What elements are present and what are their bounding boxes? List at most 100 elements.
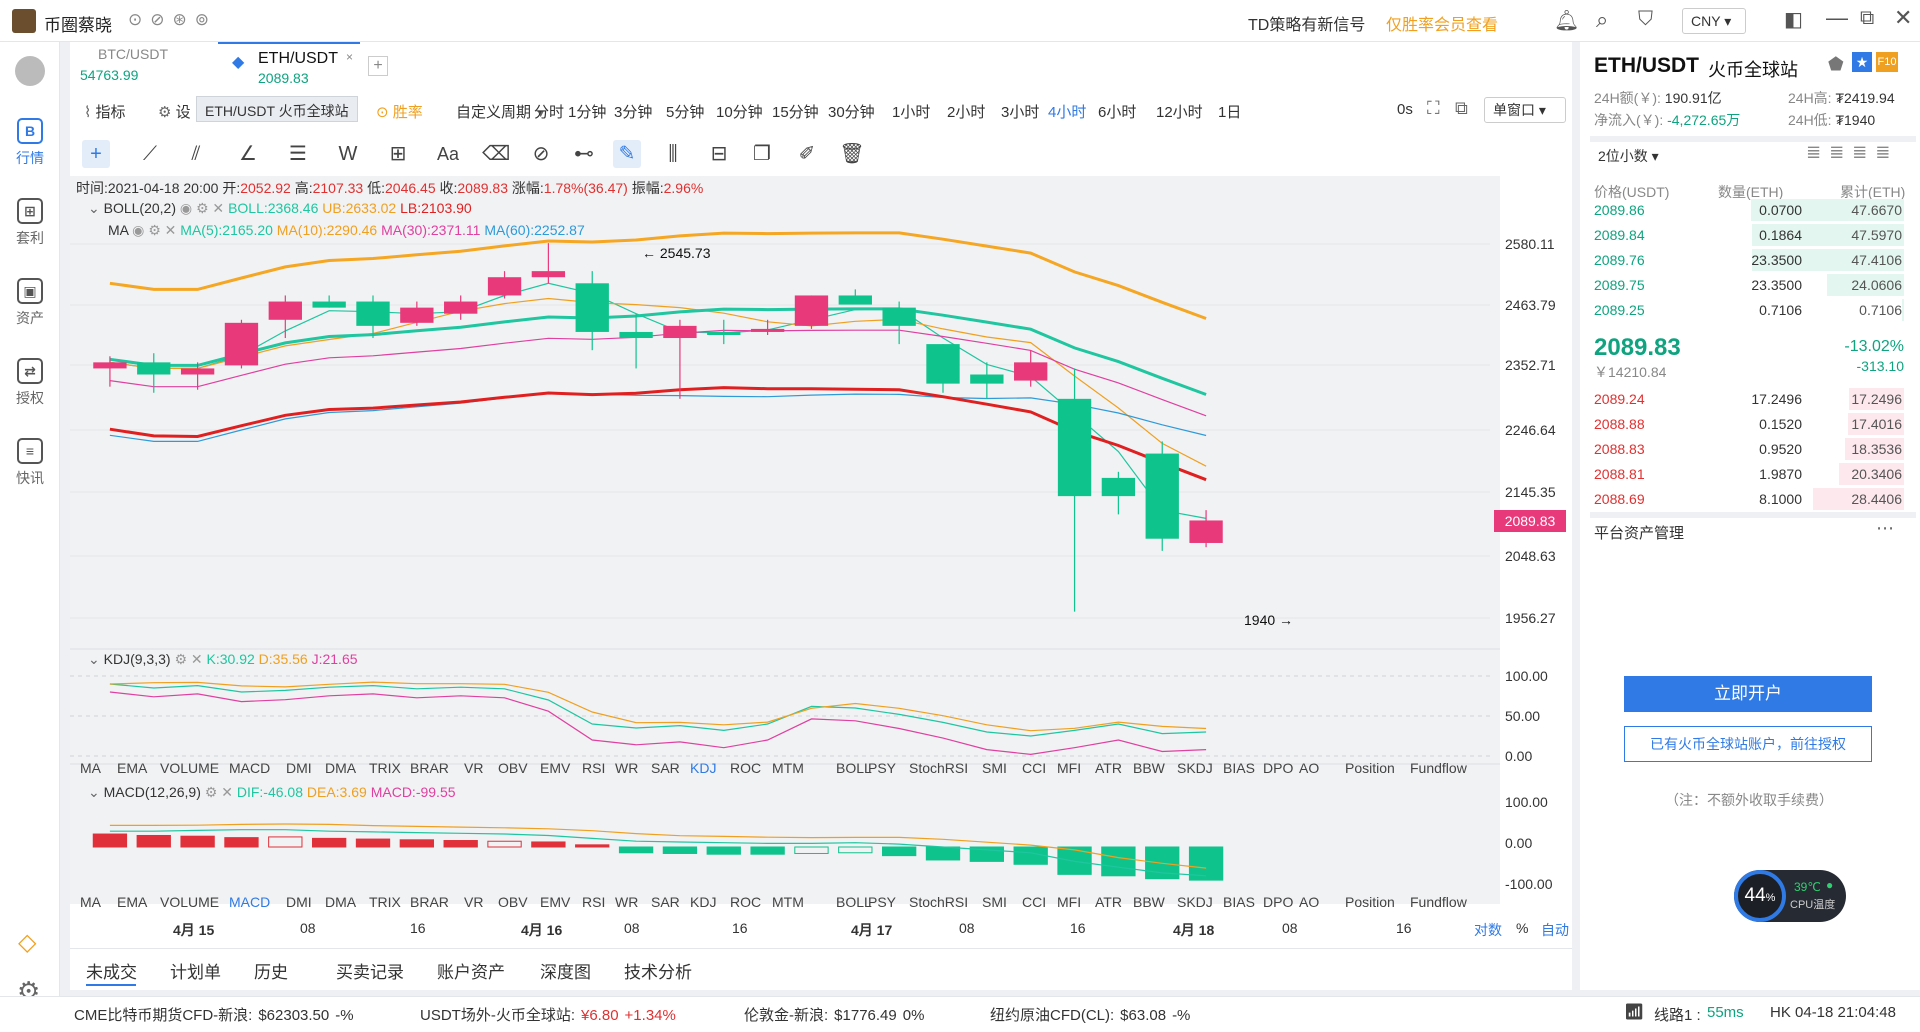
ruler-tool-icon[interactable]: ⊷ bbox=[570, 140, 598, 168]
indicator-tab-cci[interactable]: CCI bbox=[1022, 894, 1046, 910]
parallel-tool-icon[interactable]: ⫽ bbox=[182, 140, 210, 168]
period-13[interactable]: 1日 bbox=[1218, 101, 1241, 122]
indicator-tab-roc[interactable]: ROC bbox=[730, 894, 761, 910]
sidebar-item-authorize[interactable]: ⇄ 授权 bbox=[0, 358, 60, 408]
indicator-tab-sar[interactable]: SAR bbox=[651, 894, 680, 910]
period-8[interactable]: 2小时 bbox=[947, 101, 985, 122]
favorite-star-icon[interactable]: ★ bbox=[1852, 52, 1872, 72]
indicator-tab-emv[interactable]: EMV bbox=[540, 894, 570, 910]
angle-tool-icon[interactable]: ∠ bbox=[234, 140, 262, 168]
trash-tool-icon[interactable]: 🗑︎ bbox=[838, 140, 866, 168]
tab-close-icon[interactable]: × bbox=[346, 50, 353, 64]
orderbook-row[interactable]: 2089.24 17.2496 17.2496 bbox=[1594, 388, 1904, 412]
sidebar-item-market[interactable]: B 行情 bbox=[0, 118, 60, 168]
indicator-tab-ao[interactable]: AO bbox=[1299, 760, 1319, 776]
indicator-tab-bias[interactable]: BIAS bbox=[1223, 894, 1255, 910]
collapse-icon[interactable]: ⌄ bbox=[88, 784, 104, 800]
minimize-icon[interactable]: — bbox=[1826, 5, 1848, 31]
open-account-button[interactable]: 立即开户 bbox=[1624, 676, 1872, 712]
orderbook-row[interactable]: 2088.81 1.9870 20.3406 bbox=[1594, 463, 1904, 487]
eye-icon[interactable]: ◉ ⚙ ✕ bbox=[180, 200, 228, 216]
layers-tool-icon[interactable]: ❐ bbox=[748, 140, 776, 168]
indicator-tab-volume[interactable]: VOLUME bbox=[160, 894, 219, 910]
edit-tool-icon[interactable]: ✐ bbox=[793, 140, 821, 168]
window-mode-select[interactable]: 单窗口 ▾ bbox=[1484, 97, 1566, 123]
f10-icon[interactable]: F10 bbox=[1876, 52, 1898, 72]
period-7[interactable]: 1小时 bbox=[892, 101, 930, 122]
indicator-tab-fundflow[interactable]: Fundflow bbox=[1410, 760, 1467, 776]
tab-btc[interactable]: BTC/USDT 54763.99 bbox=[80, 46, 210, 94]
period-11[interactable]: 6小时 bbox=[1098, 101, 1136, 122]
indicator-tab-dmi[interactable]: DMI bbox=[286, 760, 312, 776]
line-tool-icon[interactable]: ⟋ bbox=[136, 140, 164, 168]
indicator-tab-kdj[interactable]: KDJ bbox=[690, 760, 716, 776]
indicator-tab-emv[interactable]: EMV bbox=[540, 760, 570, 776]
indicator-tab-trix[interactable]: TRIX bbox=[369, 894, 401, 910]
custom-period-select[interactable]: 自定义周期 ▼ bbox=[456, 101, 546, 122]
indicator-tab-ema[interactable]: EMA bbox=[117, 760, 147, 776]
indicator-tab-atr[interactable]: ATR bbox=[1095, 760, 1122, 776]
indicator-tab-volume[interactable]: VOLUME bbox=[160, 760, 219, 776]
indicator-tab-smi[interactable]: SMI bbox=[982, 894, 1007, 910]
authorize-button[interactable]: 已有火币全球站账户，前往授权 bbox=[1624, 726, 1872, 762]
orderbook-row[interactable]: 2089.25 0.7106 0.7106 bbox=[1594, 299, 1904, 323]
indicator-tab-bbw[interactable]: BBW bbox=[1133, 894, 1165, 910]
collapse-icon[interactable]: ⌄ bbox=[88, 651, 104, 667]
indicator-tab-ema[interactable]: EMA bbox=[117, 894, 147, 910]
indicator-tab-psy[interactable]: PSY bbox=[868, 760, 896, 776]
period-2[interactable]: 3分钟 bbox=[614, 101, 652, 122]
bottom-tab-3[interactable]: 买卖记录 bbox=[336, 958, 404, 983]
indicator-tab-position[interactable]: Position bbox=[1345, 894, 1395, 910]
period-1[interactable]: 1分钟 bbox=[568, 101, 606, 122]
close-icon[interactable]: ✕ bbox=[1894, 5, 1912, 31]
period-6[interactable]: 30分钟 bbox=[828, 101, 875, 122]
indicator-tab-mfi[interactable]: MFI bbox=[1057, 894, 1081, 910]
orderbook-row[interactable]: 2089.76 23.3500 47.4106 bbox=[1594, 249, 1904, 273]
indicator-tab-cci[interactable]: CCI bbox=[1022, 760, 1046, 776]
bottom-tab-2[interactable]: 历史 bbox=[254, 958, 288, 983]
period-4[interactable]: 10分钟 bbox=[716, 101, 763, 122]
tab-eth[interactable]: ◆ ETH/USDT × 2089.83 bbox=[218, 42, 360, 88]
more-icon[interactable]: ⋯ bbox=[1876, 518, 1894, 539]
orderbook-row[interactable]: 2089.84 0.1864 47.5970 bbox=[1594, 224, 1904, 248]
text-tool-icon[interactable]: Aa bbox=[434, 140, 462, 168]
indicator-tab-vr[interactable]: VR bbox=[464, 760, 483, 776]
settings-button[interactable]: ⚙ 设 bbox=[158, 101, 191, 122]
indicator-tab-brar[interactable]: BRAR bbox=[410, 760, 449, 776]
indicator-tab-macd[interactable]: MACD bbox=[229, 760, 270, 776]
indicator-button[interactable]: ⌇ 指标 bbox=[84, 101, 126, 122]
collapse-icon[interactable]: ⌄ bbox=[88, 200, 104, 216]
indicator-tab-obv[interactable]: OBV bbox=[498, 894, 528, 910]
indicator-tab-obv[interactable]: OBV bbox=[498, 760, 528, 776]
sidebar-item-arbitrage[interactable]: ⊞ 套利 bbox=[0, 198, 60, 248]
orderbook-row[interactable]: 2088.88 0.1520 17.4016 bbox=[1594, 413, 1904, 437]
bottom-tab-5[interactable]: 深度图 bbox=[540, 958, 591, 983]
indicator-tab-atr[interactable]: ATR bbox=[1095, 894, 1122, 910]
currency-select[interactable]: CNY ▾ bbox=[1682, 8, 1746, 34]
indicator-tab-dpo[interactable]: DPO bbox=[1263, 760, 1293, 776]
indicator-tab-ao[interactable]: AO bbox=[1299, 894, 1319, 910]
indicator-tab-trix[interactable]: TRIX bbox=[369, 760, 401, 776]
indicator-tab-mtm[interactable]: MTM bbox=[772, 760, 804, 776]
shirt-icon[interactable]: ⛉ bbox=[1638, 8, 1653, 31]
ticker-item[interactable]: 纽约原油CFD(CL): $63.08 -% bbox=[990, 1004, 1190, 1025]
popout-icon[interactable]: ⧉ bbox=[1455, 98, 1468, 119]
indicator-tab-sar[interactable]: SAR bbox=[651, 760, 680, 776]
magnet-tool-icon[interactable]: ⊘ bbox=[527, 140, 555, 168]
indicator-tab-ma[interactable]: MA bbox=[80, 760, 101, 776]
fib-tool-icon[interactable]: ☰ bbox=[284, 140, 312, 168]
period-3[interactable]: 5分钟 bbox=[666, 101, 704, 122]
indicator-tab-bias[interactable]: BIAS bbox=[1223, 760, 1255, 776]
wave-tool-icon[interactable]: W bbox=[334, 140, 362, 168]
indicator-tab-wr[interactable]: WR bbox=[615, 760, 638, 776]
add-tab-button[interactable]: + bbox=[368, 56, 388, 76]
indicator-tab-stochrsi[interactable]: StochRSI bbox=[909, 894, 968, 910]
indicator-tab-mtm[interactable]: MTM bbox=[772, 894, 804, 910]
measure-tool-icon[interactable]: ⊞ bbox=[384, 140, 412, 168]
draw-mode-tool-icon[interactable]: ✎ bbox=[613, 140, 641, 168]
eye-icon[interactable]: ⚙ ✕ bbox=[174, 651, 206, 667]
bottom-tab-0[interactable]: 未成交 bbox=[86, 958, 137, 983]
maximize-icon[interactable]: ⧉ bbox=[1860, 7, 1874, 30]
fullscreen-icon[interactable]: ⛶ bbox=[1427, 98, 1440, 119]
period-9[interactable]: 3小时 bbox=[1001, 101, 1039, 122]
